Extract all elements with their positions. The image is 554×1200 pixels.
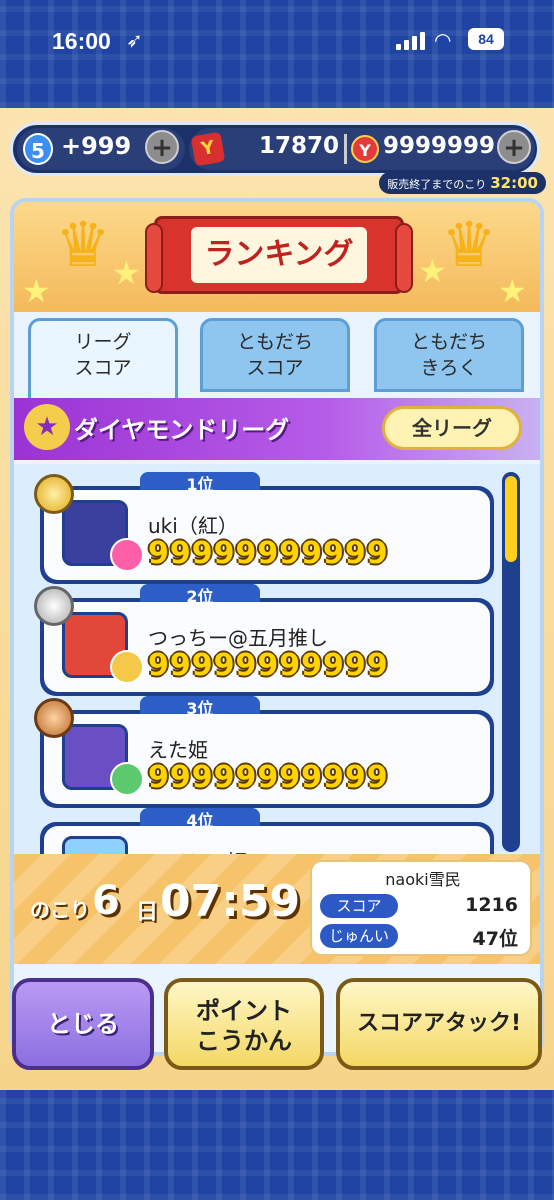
row-card: えた姫 99999999999: [44, 714, 490, 804]
add-stamina-button[interactable]: +: [145, 130, 179, 164]
stamina-icon: 5: [23, 133, 53, 165]
tab-label: リーグ: [74, 331, 132, 353]
tab-label: スコア: [74, 357, 132, 379]
ranking-row[interactable]: 2位 つっちー@五月推し 99999999999: [34, 584, 494, 696]
panel-footer: のこり 6 日 07:59 naoki雪民 スコア 1216 じゅんい 47位: [14, 854, 540, 964]
ranking-list[interactable]: 1位 uki（紅） 99999999999 2位 つっちー@五月推し 99999…: [14, 464, 540, 854]
companion-avatar: [110, 762, 144, 796]
coin-icon: Y: [351, 135, 379, 163]
status-time: 16:00: [52, 28, 111, 54]
tab-friends-record[interactable]: ともだち きろく: [374, 318, 524, 392]
player-name: アイシア姫: [148, 846, 247, 854]
tab-label: スコア: [246, 357, 304, 379]
signal-icon: [396, 32, 426, 50]
battery-icon: 84: [468, 28, 504, 50]
game-screen: 5 +999 + Y 17870 Y 9999999 + 販売終了までのこり 32…: [0, 108, 554, 1090]
ranking-row[interactable]: 3位 えた姫 99999999999: [34, 696, 494, 808]
sale-time: 32:00: [490, 174, 538, 192]
ranking-row[interactable]: 1位 uki（紅） 99999999999: [34, 472, 494, 584]
score-attack-button[interactable]: スコアアタック!: [336, 978, 542, 1070]
player-name: えた姫: [148, 738, 208, 762]
player-avatar: [62, 836, 128, 854]
score-label: スコア: [320, 894, 398, 918]
player-name: uki（紅）: [148, 514, 238, 538]
row-card: つっちー@五月推し 99999999999: [44, 602, 490, 692]
remaining-days: 6: [92, 878, 120, 924]
player-name: つっちー@五月推し: [148, 626, 328, 650]
companion-avatar: [110, 650, 144, 684]
tab-label: ともだち: [410, 331, 487, 353]
status-bar: 16:00 ➶ ◠ 84: [0, 0, 554, 80]
tab-label: きろく: [420, 357, 478, 379]
day-unit: 日: [136, 900, 159, 925]
my-score-box: naoki雪民 スコア 1216 じゅんい 47位: [310, 860, 532, 956]
bronze-medal-icon: [34, 698, 74, 738]
my-player-name: naoki雪民: [385, 870, 461, 889]
star-icon: ★: [112, 254, 141, 292]
row-card: アイシア姫: [44, 826, 490, 854]
currency-bar: 5 +999 + Y 17870 Y 9999999 +: [10, 122, 540, 176]
coin-value: 9999999: [383, 133, 496, 159]
scrollbar-thumb[interactable]: [505, 476, 517, 562]
star-icon: ★: [418, 252, 447, 290]
close-button[interactable]: とじる: [12, 978, 154, 1070]
diamond-crown-icon: ★: [24, 404, 70, 450]
ticket-icon: Y: [190, 131, 226, 167]
panel-title: ランキング: [191, 227, 367, 283]
row-card: uki（紅） 99999999999: [44, 490, 490, 580]
button-label: こうかん: [196, 1027, 292, 1055]
player-score: 99999999999: [148, 648, 389, 683]
add-coin-button[interactable]: +: [497, 130, 531, 164]
all-league-button[interactable]: 全リーグ: [382, 406, 522, 450]
my-rank-value: 47位: [472, 928, 518, 950]
star-icon: ★: [498, 272, 527, 310]
title-banner: ランキング: [145, 216, 413, 294]
panel-header: ♛ ★ ★ ランキング ♛ ★ ★: [14, 202, 540, 312]
list-scrollbar[interactable]: [502, 472, 520, 852]
league-name: ダイヤモンドリーグ: [74, 416, 290, 444]
scroll-rod-right: [395, 223, 413, 293]
currency-counter: Y 17870 Y 9999999 +: [189, 128, 535, 170]
button-label: ポイント: [196, 997, 292, 1025]
sale-timer-badge: 販売終了までのこり 32:00: [379, 172, 546, 194]
winged-trophy-icon: ♛: [55, 208, 111, 281]
tab-label: ともだち: [236, 331, 313, 353]
league-bar: ★ ダイヤモンドリーグ 全リーグ: [14, 398, 540, 460]
star-icon: ★: [22, 272, 51, 310]
ranking-row[interactable]: 4位 アイシア姫: [40, 808, 494, 854]
player-score: 99999999999: [148, 760, 389, 795]
tab-friends-score[interactable]: ともだち スコア: [200, 318, 350, 392]
companion-avatar: [110, 538, 144, 572]
ticket-value: 17870: [259, 133, 340, 159]
remaining-time: 07:59: [160, 876, 301, 927]
stamina-value: +999: [61, 132, 132, 160]
wifi-icon: ◠: [434, 30, 452, 52]
rocket-icon: ➶: [126, 30, 143, 52]
sale-label: 販売終了までのこり: [387, 178, 487, 191]
rank-label-pill: じゅんい: [320, 924, 398, 948]
stamina-counter: 5 +999 +: [17, 128, 185, 170]
bottom-pattern-band: [0, 1090, 554, 1200]
ranking-panel: ♛ ★ ★ ランキング ♛ ★ ★ リーグ スコア ともだち スコア ともだち …: [10, 198, 544, 1056]
player-score: 99999999999: [148, 536, 389, 571]
remaining-label: のこり: [30, 898, 90, 922]
scroll-rod-left: [145, 223, 163, 293]
gold-medal-icon: [34, 474, 74, 514]
tab-league-score[interactable]: リーグ スコア: [28, 318, 178, 398]
silver-medal-icon: [34, 586, 74, 626]
my-score-value: 1216: [465, 894, 518, 916]
currency-divider: [344, 134, 347, 164]
points-exchange-button[interactable]: ポイント こうかん: [164, 978, 324, 1070]
